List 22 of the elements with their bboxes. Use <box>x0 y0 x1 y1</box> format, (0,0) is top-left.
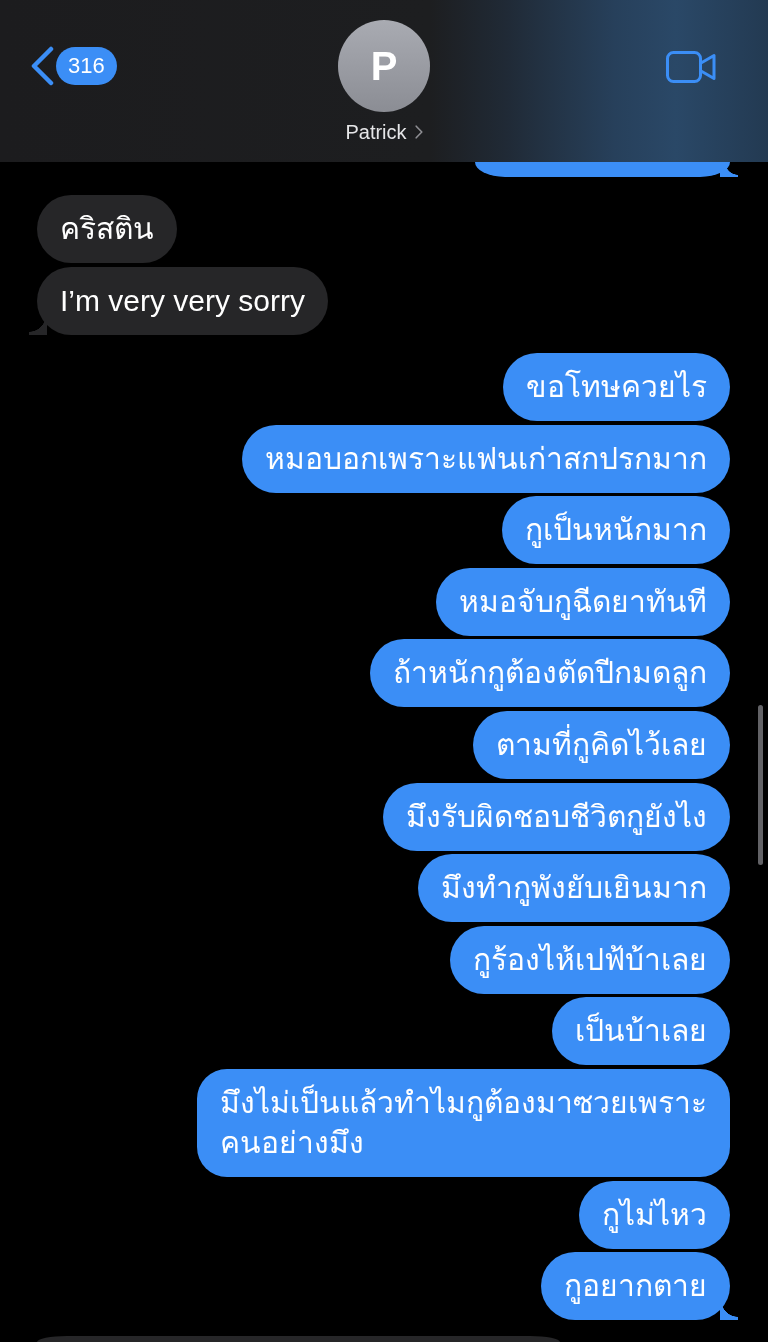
unread-count-badge: 316 <box>56 47 117 85</box>
chevron-right-icon <box>414 125 423 139</box>
message-bubble: กูไม่ไหว <box>579 1180 730 1249</box>
message-bubble: I’m very very sorry <box>29 267 328 335</box>
message-bubble: เป็นบ้าเลย <box>552 997 730 1066</box>
message-bubble: มึงทำกูพังยับเยินมาก <box>418 854 730 923</box>
message-bubble: กูอยากตาย <box>541 1252 738 1321</box>
message-bubble: กูเป็นหนักมาก <box>502 496 730 565</box>
message-bubble: หมอจับกูฉีดยาทันที <box>436 567 730 636</box>
message-bubble: มึงรับผิดชอบชีวิตกูยังไง <box>383 782 730 851</box>
avatar-circle[interactable]: P <box>338 20 430 112</box>
message-bubble: ขอโทษควยไร <box>503 353 730 421</box>
message-bubble: หมอบอกเพราะแฟนเก่าสกปรกมาก <box>242 424 730 493</box>
message-bubble: กูร้องไห้เปฟ้บ้าเลย <box>450 925 730 994</box>
message-bubble: ถ้าหนักกูต้องตัดปีกมดลูก <box>370 639 730 708</box>
message-bubble: ตามที่กูคิดไว้เลย <box>473 710 730 779</box>
message-bubble: คริสติน <box>37 195 177 263</box>
back-button[interactable]: 316 <box>30 46 117 86</box>
video-camera-icon[interactable] <box>666 51 716 83</box>
contact-name[interactable]: Patrick <box>345 120 407 144</box>
chevron-left-icon <box>30 46 54 86</box>
message-bubble: มึงไม่เป็นแล้วทำไมกูต้องมาซวยเพราะ คนอย่างมึง <box>197 1068 730 1177</box>
